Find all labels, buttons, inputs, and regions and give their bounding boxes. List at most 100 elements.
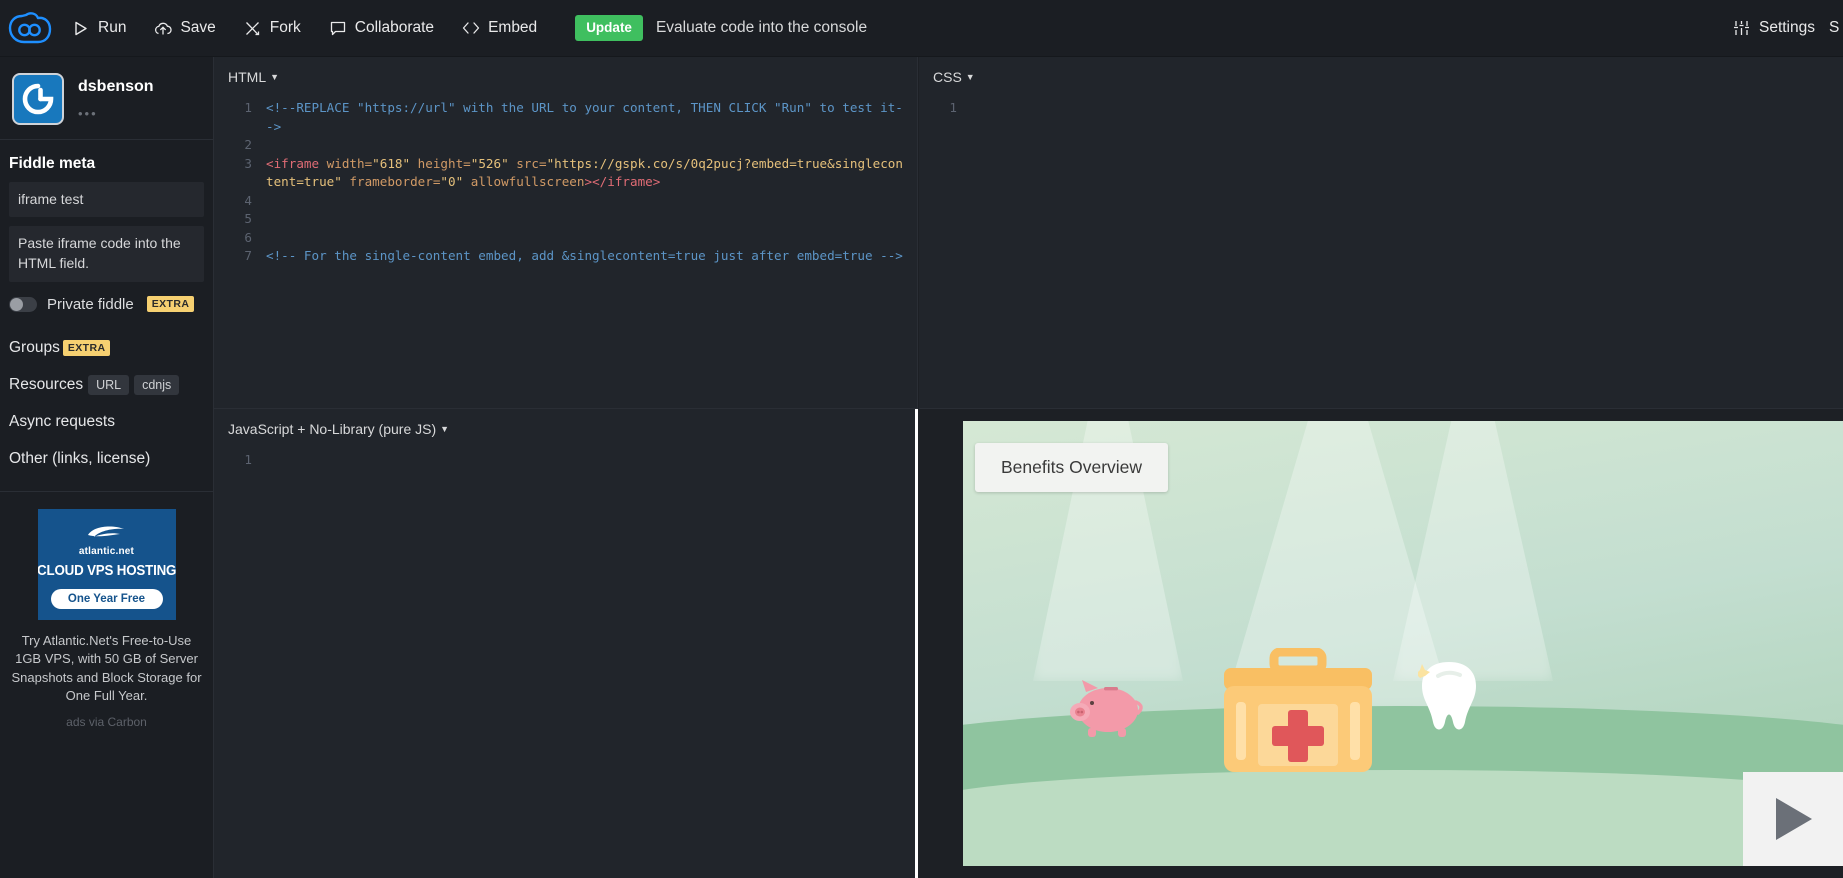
video-title-chip: Benefits Overview bbox=[975, 443, 1168, 492]
cloud-upload-icon bbox=[154, 19, 172, 37]
line-number: 1 bbox=[919, 99, 971, 118]
code-line-content[interactable]: <!-- For the single-content embed, add &… bbox=[266, 247, 917, 266]
code-line-content[interactable]: <!--REPLACE "https://url" with the URL t… bbox=[266, 99, 917, 136]
code-line: 1 bbox=[919, 99, 1843, 118]
sidebar-divider bbox=[0, 491, 213, 492]
code-line-content[interactable]: <iframe width="618" height="526" src="ht… bbox=[266, 155, 917, 192]
ad-cta-button[interactable]: One Year Free bbox=[51, 589, 163, 609]
private-fiddle-toggle[interactable] bbox=[9, 297, 37, 312]
left-sidebar: dsbenson ••• Fiddle meta iframe test Pas… bbox=[0, 57, 214, 878]
css-editor-panel: CSS ▼ 1 bbox=[919, 57, 1843, 409]
atlantic-net-swoosh-icon bbox=[84, 523, 130, 543]
code-line: 5 bbox=[214, 210, 917, 229]
resources-url-button[interactable]: URL bbox=[88, 375, 129, 395]
code-line-content[interactable] bbox=[266, 192, 917, 211]
code-token: "618" bbox=[372, 156, 410, 171]
user-block[interactable]: dsbenson ••• bbox=[0, 57, 213, 140]
code-token: "526" bbox=[471, 156, 509, 171]
fiddle-description-input[interactable]: Paste iframe code into the HTML field. bbox=[9, 226, 204, 282]
code-line-content[interactable] bbox=[266, 229, 917, 248]
code-line: 3<iframe width="618" height="526" src="h… bbox=[214, 155, 917, 192]
avatar[interactable] bbox=[12, 73, 64, 125]
toolbar-overflow-item[interactable]: S bbox=[1829, 19, 1843, 37]
line-number: 6 bbox=[214, 229, 266, 248]
jsfiddle-logo[interactable] bbox=[2, 0, 58, 57]
line-number: 5 bbox=[214, 210, 266, 229]
sidebar-item-async-requests[interactable]: Async requests bbox=[9, 404, 213, 441]
private-fiddle-label: Private fiddle bbox=[47, 296, 134, 313]
settings-button[interactable]: Settings bbox=[1719, 0, 1829, 57]
settings-label: Settings bbox=[1759, 19, 1815, 37]
fiddle-title-input[interactable]: iframe test bbox=[9, 182, 204, 217]
js-panel-header[interactable]: JavaScript + No-Library (pure JS) ▼ bbox=[214, 409, 915, 437]
sidebar-item-other[interactable]: Other (links, license) bbox=[9, 441, 213, 478]
code-token: src= bbox=[509, 156, 547, 171]
run-button[interactable]: Run bbox=[58, 0, 140, 57]
collaborate-button[interactable]: Collaborate bbox=[315, 0, 448, 57]
line-number: 4 bbox=[214, 192, 266, 211]
groups-label: Groups bbox=[9, 339, 60, 357]
code-line-content[interactable] bbox=[266, 136, 917, 155]
run-label: Run bbox=[98, 19, 126, 37]
code-token: allowfullscreen bbox=[463, 174, 584, 189]
html-panel-header[interactable]: HTML ▼ bbox=[214, 57, 917, 85]
css-code-area[interactable]: 1 bbox=[919, 99, 1843, 118]
piggy-bank-illustration bbox=[1068, 676, 1148, 738]
spotlight-right bbox=[1393, 421, 1553, 681]
result-preview-panel: Benefits Overview bbox=[921, 409, 1843, 878]
resources-cdnjs-button[interactable]: cdnjs bbox=[134, 375, 179, 395]
code-token: height= bbox=[410, 156, 471, 171]
code-line-content[interactable] bbox=[971, 99, 1843, 118]
code-token: <!-- For the single-content embed, add &… bbox=[266, 248, 903, 263]
css-panel-label: CSS bbox=[933, 69, 962, 85]
carbon-ad-banner[interactable]: atlantic.net CLOUD VPS HOSTING One Year … bbox=[38, 509, 176, 620]
embed-button[interactable]: Embed bbox=[448, 0, 551, 57]
html-panel-label: HTML bbox=[228, 69, 266, 85]
collaborate-label: Collaborate bbox=[355, 19, 434, 37]
code-line: 4 bbox=[214, 192, 917, 211]
ad-brand: atlantic.net bbox=[79, 546, 134, 557]
code-token: </iframe> bbox=[592, 174, 660, 189]
code-brackets-icon bbox=[462, 19, 480, 37]
sidebar-item-groups[interactable]: Groups EXTRA bbox=[9, 330, 213, 367]
top-toolbar: Run Save Fork Collaborate Embed Update E… bbox=[0, 0, 1843, 57]
js-code-area[interactable]: 1 bbox=[214, 451, 915, 470]
save-button[interactable]: Save bbox=[140, 0, 229, 57]
user-menu-dots[interactable]: ••• bbox=[78, 106, 154, 121]
code-line-content[interactable] bbox=[266, 451, 915, 470]
username: dsbenson bbox=[78, 78, 154, 96]
tooth-illustration bbox=[1418, 658, 1480, 734]
code-token: <iframe bbox=[266, 156, 319, 171]
code-token: > bbox=[584, 174, 592, 189]
resources-label: Resources bbox=[9, 376, 83, 394]
embedded-video-player[interactable]: Benefits Overview bbox=[963, 421, 1843, 866]
html-editor-panel: HTML ▼ 1<!--REPLACE "https://url" with t… bbox=[214, 57, 918, 409]
evaluate-console-hint: Evaluate code into the console bbox=[656, 19, 867, 37]
line-number: 1 bbox=[214, 451, 266, 470]
private-fiddle-row[interactable]: Private fiddle EXTRA bbox=[9, 296, 213, 313]
user-text: dsbenson ••• bbox=[78, 73, 154, 121]
gravatar-g-logo-icon bbox=[20, 81, 56, 117]
stage-floor-front bbox=[963, 770, 1843, 866]
code-line: 7<!-- For the single-content embed, add … bbox=[214, 247, 917, 266]
private-fiddle-extra-badge: EXTRA bbox=[147, 296, 195, 312]
fork-branch-icon bbox=[244, 19, 262, 37]
video-play-button[interactable] bbox=[1743, 772, 1843, 866]
async-requests-label: Async requests bbox=[9, 413, 115, 431]
code-token: frameborder= bbox=[342, 174, 441, 189]
ad-via-carbon[interactable]: ads via Carbon bbox=[0, 705, 213, 729]
play-triangle-icon bbox=[72, 19, 90, 37]
save-label: Save bbox=[180, 19, 215, 37]
video-stage: Benefits Overview bbox=[963, 421, 1843, 866]
css-panel-header[interactable]: CSS ▼ bbox=[919, 57, 1843, 85]
code-line-content[interactable] bbox=[266, 210, 917, 229]
update-button[interactable]: Update bbox=[575, 15, 643, 42]
chevron-down-icon: ▼ bbox=[440, 424, 449, 434]
jsfiddle-infinity-cloud-logo-icon bbox=[8, 10, 52, 46]
html-code-area[interactable]: 1<!--REPLACE "https://url" with the URL … bbox=[214, 99, 917, 266]
code-line: 1<!--REPLACE "https://url" with the URL … bbox=[214, 99, 917, 136]
js-panel-label: JavaScript + No-Library (pure JS) bbox=[228, 421, 436, 437]
fork-button[interactable]: Fork bbox=[230, 0, 315, 57]
chevron-down-icon: ▼ bbox=[966, 72, 975, 82]
sidebar-item-resources[interactable]: Resources URL cdnjs bbox=[9, 367, 213, 404]
